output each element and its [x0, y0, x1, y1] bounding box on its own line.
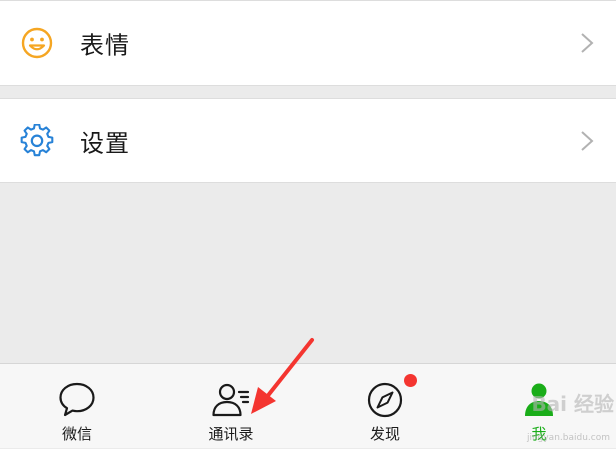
chevron-right-icon: [581, 33, 594, 53]
chevron-right-icon: [581, 130, 594, 151]
gear-icon: [20, 123, 54, 156]
notification-badge: [404, 374, 417, 387]
menu-item-label: 表情: [80, 31, 130, 60]
menu-item-emoji[interactable]: 表情: [0, 0, 616, 86]
tab-discover[interactable]: 发现: [308, 364, 462, 449]
person-icon: [525, 383, 553, 416]
smiley-icon: [21, 27, 53, 59]
tab-label: 通讯录: [208, 425, 254, 443]
tab-wechat[interactable]: 微信: [0, 364, 154, 449]
menu-item-settings[interactable]: 设置: [0, 98, 616, 183]
tab-label: 微信: [61, 425, 92, 443]
menu-item-label: 设置: [80, 129, 130, 157]
tab-me[interactable]: 我: [462, 364, 616, 449]
tab-label: 发现: [369, 425, 400, 443]
compass-icon: [367, 382, 403, 418]
contacts-icon: [212, 383, 250, 417]
chat-bubble-icon: [59, 382, 95, 417]
tab-contacts[interactable]: 通讯录: [154, 364, 308, 449]
tab-label: 我: [531, 425, 547, 443]
bottom-tab-bar: 微信 通讯录 发现 我: [0, 363, 616, 448]
